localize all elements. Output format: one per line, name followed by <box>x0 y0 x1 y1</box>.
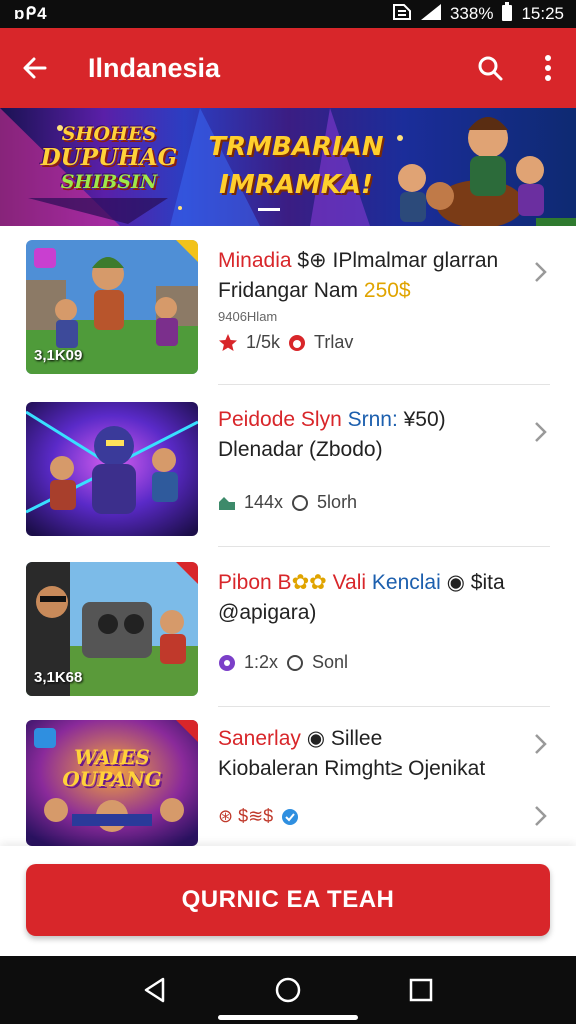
nav-recents-icon[interactable] <box>409 978 433 1002</box>
item-subtitle: Dlenadar (Zbodo) <box>218 438 383 461</box>
trend-icon <box>219 496 235 510</box>
list-item[interactable]: 3,1K09 Minadia $⊕ IPlmalmar glarran Frid… <box>0 226 576 386</box>
item-meta: 144x 5lorh <box>218 492 357 513</box>
home-indicator <box>218 1015 358 1020</box>
item-caption: 9406Hlam <box>218 309 278 324</box>
item-thumbnail: WAIES OUPANG <box>26 720 198 846</box>
fire-icon <box>289 334 306 351</box>
item-thumbnail: 3,1K68 <box>26 562 198 696</box>
system-nav-bar <box>0 956 576 1024</box>
divider <box>218 546 550 547</box>
star-icon <box>219 333 237 351</box>
item-meta: ⊛ $≋$ <box>218 806 299 827</box>
banner-logo: SHOHES DUPUHAG SHIBSIN <box>40 123 178 193</box>
divider <box>218 384 550 385</box>
badge-icon: ⊛ $≋$ <box>218 806 274 826</box>
promo-banner[interactable]: SHOHES DUPUHAG SHIBSIN TRMBARIAN IMRAMKA… <box>0 108 576 226</box>
item-meta: 1/5k Trlav <box>218 332 353 353</box>
item-title: Sanerlay ◉ Sillee <box>218 727 383 750</box>
battery-icon <box>501 1 513 27</box>
battery-percentage: 338% <box>449 4 494 23</box>
sim-icon <box>392 3 412 26</box>
search-icon <box>478 56 503 81</box>
circle-icon <box>287 654 304 671</box>
item-title: Peidode Slyn Srnn: ¥50) <box>218 408 446 431</box>
nav-home-icon[interactable] <box>274 976 302 1004</box>
item-thumbnail <box>26 402 198 536</box>
item-meta: 1:2x Sonl <box>218 652 348 673</box>
clock: 15:25 <box>521 4 564 23</box>
item-subtitle: Fridangar Nam 250$ <box>218 279 411 302</box>
divider <box>218 706 550 707</box>
shield-icon <box>219 654 235 671</box>
circle-icon <box>292 494 309 511</box>
list-item[interactable]: WAIES OUPANG Sanerlay ◉ Sillee Kiobalera… <box>0 708 576 868</box>
more-options-button[interactable] <box>520 28 576 108</box>
back-button[interactable] <box>0 28 70 108</box>
thumb-logo: WAIES OUPANG <box>62 745 162 791</box>
thumb-count: 3,1K09 <box>34 347 83 364</box>
verified-icon <box>282 808 299 825</box>
list-item[interactable]: 3,1K68 Pibon B✿✿ Vali Kenclai ◉ $ita @ap… <box>0 548 576 826</box>
chevron-right-icon <box>535 262 547 282</box>
item-thumbnail: 3,1K09 <box>26 240 198 374</box>
chevron-right-icon <box>535 734 547 754</box>
search-button[interactable] <box>460 28 520 108</box>
bottom-action-area: QURNIC EA TEAH <box>0 846 576 956</box>
primary-cta-button[interactable]: QURNIC EA TEAH <box>26 864 550 936</box>
signal-icon <box>420 3 442 26</box>
banner-headline: TRMBARIAN IMRAMKA! <box>208 132 384 200</box>
more-vert-icon <box>545 55 551 81</box>
game-list: 3,1K09 Minadia $⊕ IPlmalmar glarran Frid… <box>0 226 576 846</box>
chevron-right-icon <box>535 422 547 442</box>
list-item[interactable]: Peidode Slyn Srnn: ¥50) Dlenadar (Zbodo)… <box>0 386 576 547</box>
status-bar: ɒᑭ4 338% 15:25 <box>0 0 576 28</box>
item-title: Minadia $⊕ IPlmalmar glarran <box>218 249 499 272</box>
thumb-count: 3,1K68 <box>34 669 83 686</box>
app-bar: Ilndanesia <box>0 28 576 108</box>
item-title: Pibon B✿✿ Vali Kenclai ◉ $ita <box>218 571 505 594</box>
page-title: Ilndanesia <box>88 52 221 83</box>
item-subtitle: @apigara) <box>218 601 317 624</box>
nav-back-icon[interactable] <box>143 977 167 1003</box>
carrier-label: ɒᑭ4 <box>14 4 48 23</box>
arrow-left-icon <box>23 57 47 79</box>
item-subtitle: Kiobaleran Rimght≥ Ojenikat <box>218 757 486 780</box>
